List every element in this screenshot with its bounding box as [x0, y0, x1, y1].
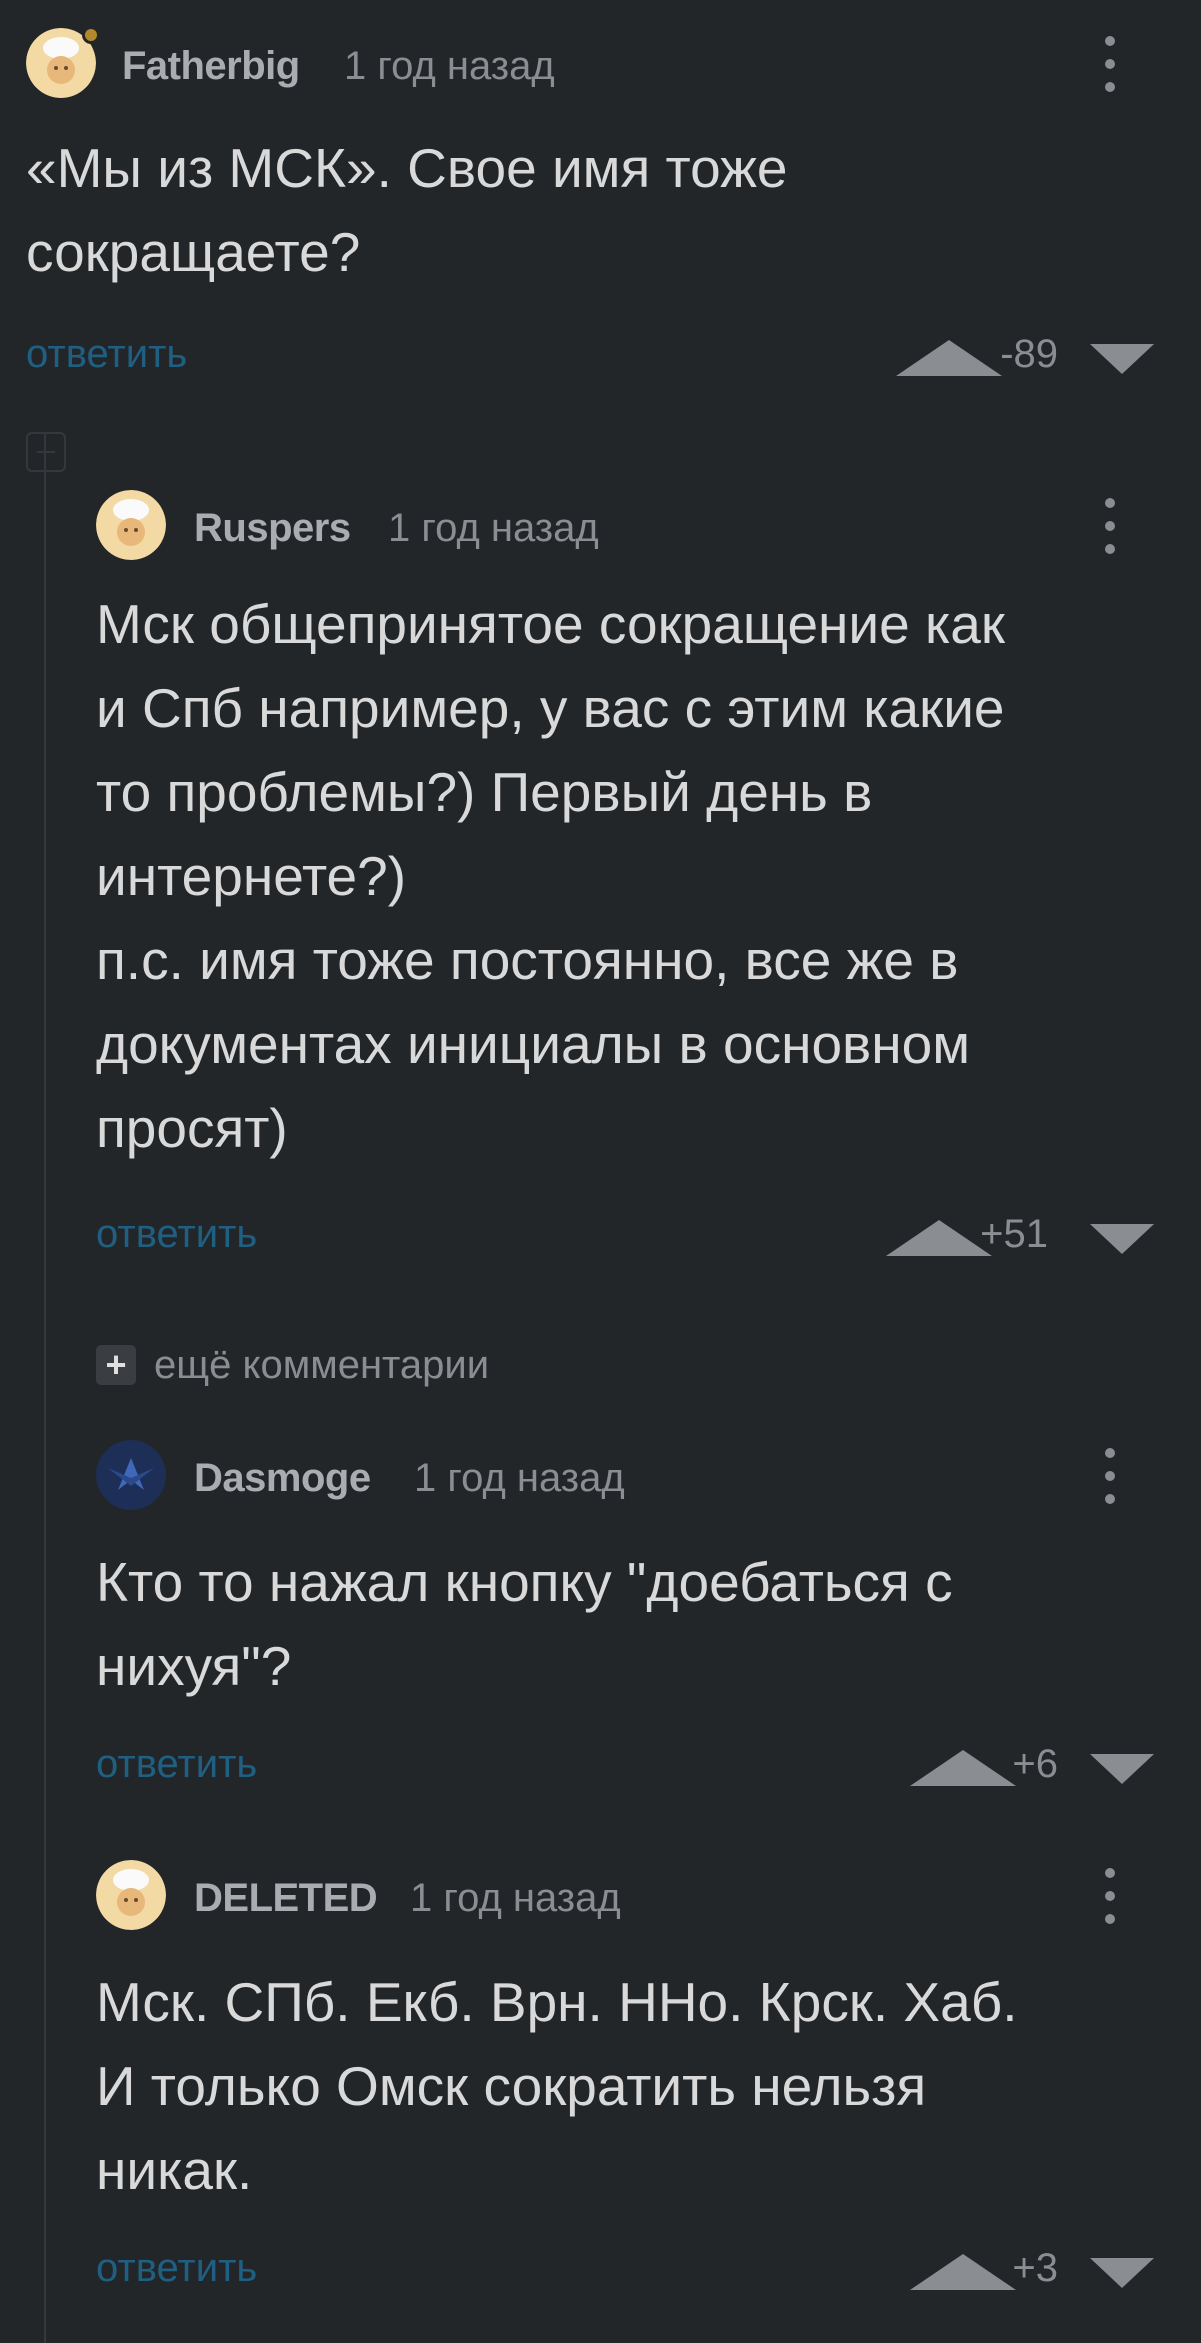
timestamp: 1 год назад [344, 44, 555, 88]
online-indicator [82, 26, 100, 44]
more-comments-label: ещё комментарии [154, 1342, 490, 1387]
reply-button[interactable]: ответить [26, 332, 187, 377]
comment-text: Мск. СПб. Екб. Врн. ННо. Крск. Хаб. И то… [96, 1971, 1018, 2201]
comment: Fatherbig 1 год назад «Мы из МСК». Свое … [0, 26, 1201, 408]
collapse-thread-button[interactable] [26, 432, 66, 472]
downvote-icon[interactable] [1090, 1754, 1154, 1784]
rating: +3 [1012, 2246, 1058, 2290]
reply-button[interactable]: ответить [96, 2246, 257, 2291]
downvote-icon[interactable] [1090, 1224, 1154, 1254]
plus-icon: + [96, 1345, 136, 1385]
downvote-icon[interactable] [1090, 2258, 1154, 2288]
comments-page: Fatherbig 1 год назад «Мы из МСК». Свое … [0, 0, 1201, 2343]
comment-header: DELETED 1 год назад [0, 1860, 1201, 1940]
comment: DELETED 1 год назад Мск. СПб. Екб. Врн. … [0, 1860, 1201, 2310]
timestamp: 1 год назад [410, 1876, 621, 1920]
comment: Ruspers 1 год назад Мск общепринятое сок… [0, 490, 1201, 1290]
username[interactable]: Fatherbig [122, 44, 300, 89]
comment-text: Кто то нажал кнопку "доебаться с нихуя"? [96, 1551, 953, 1697]
timestamp: 1 год назад [414, 1456, 625, 1500]
username[interactable]: Ruspers [194, 506, 351, 551]
timestamp: 1 год назад [388, 506, 599, 550]
comment-text: «Мы из МСК». Свое имя тоже сокращаете? [26, 137, 788, 283]
reply-button[interactable]: ответить [96, 1742, 257, 1787]
rating: +6 [1012, 1742, 1058, 1786]
more-comments-button[interactable]: + ещё комментарии [96, 1340, 489, 1390]
chef-avatar-icon[interactable] [96, 490, 166, 560]
chef-avatar-icon[interactable] [96, 1860, 166, 1930]
username[interactable]: DELETED [194, 1876, 378, 1921]
rating: -89 [1000, 332, 1058, 376]
more-options-icon[interactable] [1090, 1864, 1130, 1928]
more-options-icon[interactable] [1090, 494, 1130, 558]
more-options-icon[interactable] [1090, 32, 1130, 96]
comment-header: Ruspers 1 год назад [0, 490, 1201, 570]
username[interactable]: Dasmoge [194, 1456, 371, 1501]
comment-header: Fatherbig 1 год назад [0, 26, 1201, 108]
bird-avatar-icon[interactable] [96, 1440, 166, 1510]
comment: Dasmoge 1 год назад Кто то нажал кнопку … [0, 1440, 1201, 1820]
more-options-icon[interactable] [1090, 1444, 1130, 1508]
downvote-icon[interactable] [1090, 344, 1154, 374]
comment-header: Dasmoge 1 год назад [0, 1440, 1201, 1520]
comment-text: Мск общепринятое сокращение как и Спб на… [96, 593, 1005, 1159]
reply-button[interactable]: ответить [96, 1212, 257, 1257]
rating: +51 [980, 1212, 1048, 1256]
